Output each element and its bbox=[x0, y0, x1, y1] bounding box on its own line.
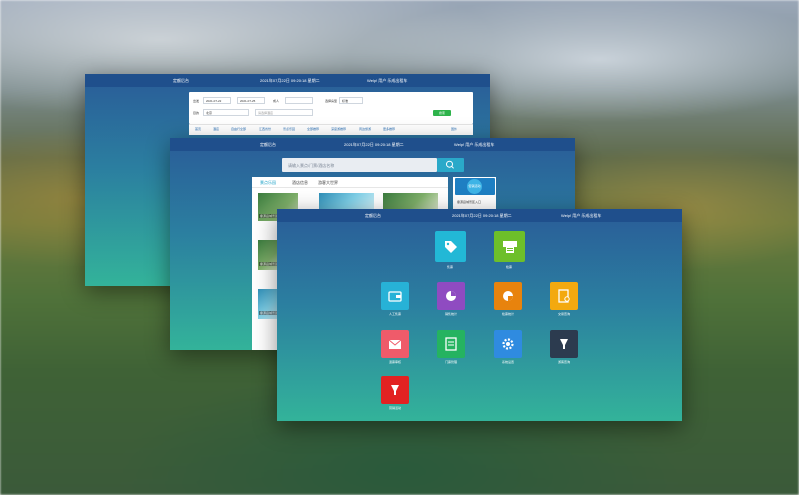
tab-free-travel[interactable]: 自由行全部 bbox=[231, 127, 246, 131]
app-tile-ticket-manage[interactable] bbox=[437, 330, 465, 358]
app-tile-visitor-query[interactable] bbox=[550, 330, 578, 358]
form-icon bbox=[445, 337, 457, 351]
tab-province[interactable]: 江西省份 bbox=[259, 127, 271, 131]
search-icon bbox=[446, 160, 454, 169]
tab-abroad[interactable]: 国外 bbox=[451, 127, 457, 131]
to-date-value: 2021-07-25 bbox=[240, 99, 256, 103]
topbar: 定额后台 2021年07月22日 09:20:18 星期二 Welp! 用户 乐… bbox=[277, 209, 682, 222]
datetime: 2021年07月22日 09:20:18 星期二 bbox=[344, 142, 404, 147]
room-label: 选择房型 bbox=[325, 99, 338, 103]
document-search-icon bbox=[558, 289, 570, 303]
category-tabs: 首页 酒店 自由行全部 江西省份 景点乐园 全部推荐 深度游推荐 周边旅游 更多… bbox=[189, 124, 473, 135]
search-button[interactable]: 搜索 bbox=[433, 110, 451, 116]
user-info[interactable]: Welp! 用户 乐成出租车 bbox=[454, 142, 494, 148]
from-date-field[interactable]: 2021-07-22 bbox=[203, 97, 231, 104]
app-label: 营销活动 bbox=[388, 406, 401, 410]
app-tile-transaction-query[interactable] bbox=[550, 282, 578, 310]
app-label: 交易查询 bbox=[557, 312, 570, 316]
search-input[interactable]: 请输入景点/门票/酒店名称 bbox=[282, 158, 437, 172]
app-tile-refund-review[interactable] bbox=[381, 330, 409, 358]
hotel-placeholder: 请选择酒店 bbox=[258, 111, 274, 115]
from-date-value: 2021-07-22 bbox=[206, 99, 222, 103]
dest-label: 目的 bbox=[193, 111, 200, 115]
app-tile-check-ticket[interactable] bbox=[494, 231, 525, 262]
side-label[interactable]: 婺源县城景区入口 bbox=[457, 200, 481, 204]
thumbnail-caption: 婺源县城景区 bbox=[259, 214, 280, 218]
tab-visitor-world[interactable]: 游客大世界 bbox=[318, 180, 338, 186]
app-tile-system-settings[interactable] bbox=[494, 330, 522, 358]
app-title: 定额后台 bbox=[260, 142, 276, 147]
app-launcher-window: 定额后台 2021年07月22日 09:20:18 星期二 Welp! 用户 乐… bbox=[277, 209, 682, 421]
search-placeholder: 请输入景点/门票/酒店名称 bbox=[288, 163, 335, 168]
tab-home[interactable]: 首页 bbox=[195, 127, 201, 131]
scenic-thumbnail[interactable]: 婺源县城景区 bbox=[258, 289, 280, 319]
app-label: 系统设置 bbox=[501, 360, 514, 364]
pie-chart-orange-icon bbox=[503, 291, 513, 301]
thumbnail-caption: 婺源县城景区 bbox=[259, 311, 280, 315]
app-tile-marketing[interactable] bbox=[381, 376, 409, 404]
ticket-machine-icon bbox=[502, 240, 517, 253]
tab-more[interactable]: 更多推荐 bbox=[383, 127, 395, 131]
wallet-icon bbox=[388, 291, 402, 302]
app-label: 门票管理 bbox=[444, 360, 457, 364]
tab-divider bbox=[252, 187, 448, 188]
app-title: 定额后台 bbox=[173, 78, 189, 83]
tab-deep-tour[interactable]: 深度游推荐 bbox=[331, 127, 346, 131]
search-form: 出发 2021-07-22 2021-07-25 成人 选择房型 标准 目的 北… bbox=[189, 92, 473, 124]
scenic-thumbnail[interactable] bbox=[319, 193, 374, 209]
promo-badge[interactable]: 促销活动 bbox=[455, 178, 495, 195]
tab-park[interactable]: 景点乐园 bbox=[283, 127, 295, 131]
adults-label: 成人 bbox=[273, 99, 280, 103]
scenic-thumbnail[interactable] bbox=[383, 193, 438, 209]
app-tile-sell-ticket[interactable] bbox=[435, 231, 466, 262]
app-tile-sales-stats[interactable] bbox=[437, 282, 465, 310]
tab-scenic[interactable]: 景点乐园 bbox=[260, 180, 276, 186]
dest-select[interactable]: 北京 bbox=[203, 109, 249, 116]
hotel-input[interactable]: 请选择酒店 bbox=[255, 109, 313, 116]
tab-nearby[interactable]: 周边旅游 bbox=[359, 127, 371, 131]
cup-red-icon bbox=[391, 385, 399, 395]
dest-value: 北京 bbox=[206, 111, 213, 115]
app-label: 检票 bbox=[505, 265, 512, 269]
room-select[interactable]: 标准 bbox=[339, 97, 363, 104]
search-button[interactable] bbox=[437, 158, 464, 172]
pie-chart-icon bbox=[446, 291, 456, 301]
user-info[interactable]: Welp! 用户 乐成出租车 bbox=[561, 213, 601, 219]
tab-hotel[interactable]: 酒店 bbox=[213, 127, 219, 131]
thumbnail-caption: 婺源县城景区 bbox=[259, 262, 280, 266]
app-tile-manual-sale[interactable] bbox=[381, 282, 409, 310]
app-label: 人工售票 bbox=[388, 312, 401, 316]
app-label: 销售统计 bbox=[444, 312, 457, 316]
from-label: 出发 bbox=[193, 99, 200, 103]
room-value: 标准 bbox=[342, 99, 349, 103]
topbar: 定额后台 2021年07月22日 09:20:18 星期二 Welp! 用户 乐… bbox=[85, 74, 490, 87]
cup-icon bbox=[560, 339, 568, 349]
topbar: 定额后台 2021年07月22日 09:20:18 星期二 Welp! 用户 乐… bbox=[170, 138, 575, 151]
to-date-field[interactable]: 2021-07-25 bbox=[237, 97, 265, 104]
app-tile-check-stats[interactable] bbox=[494, 282, 522, 310]
app-label: 检票统计 bbox=[501, 312, 514, 316]
tag-icon bbox=[444, 240, 457, 253]
datetime: 2021年07月22日 09:20:18 星期二 bbox=[452, 213, 512, 218]
tab-recommend[interactable]: 全部推荐 bbox=[307, 127, 319, 131]
app-label: 退票审核 bbox=[388, 360, 401, 364]
app-label: 游客查询 bbox=[557, 360, 570, 364]
badge-circle: 促销活动 bbox=[467, 179, 482, 194]
tab-hotel-info[interactable]: 酒店信息 bbox=[292, 180, 308, 186]
adults-field[interactable] bbox=[285, 97, 313, 104]
search-button-label: 搜索 bbox=[439, 111, 446, 115]
datetime: 2021年07月22日 09:20:18 星期二 bbox=[260, 78, 320, 83]
gear-icon bbox=[502, 338, 514, 350]
app-title: 定额后台 bbox=[365, 213, 381, 218]
scenic-thumbnail[interactable]: 婺源县城景区 bbox=[258, 240, 280, 270]
mail-icon bbox=[388, 339, 402, 349]
user-info[interactable]: Welp! 用户 乐成出租车 bbox=[367, 78, 407, 84]
app-label: 售票 bbox=[446, 265, 453, 269]
